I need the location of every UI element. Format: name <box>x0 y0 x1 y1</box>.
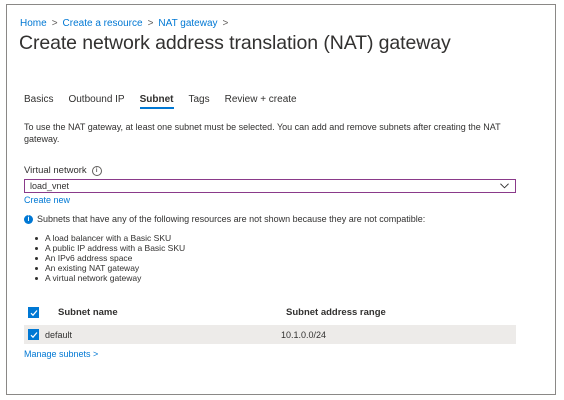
checkmark-icon <box>30 332 38 339</box>
compatibility-notice: i Subnets that have any of the following… <box>24 214 425 224</box>
row-checkbox[interactable] <box>28 329 39 340</box>
column-header-subnet-name[interactable]: Subnet name <box>58 307 118 318</box>
list-item: An existing NAT gateway <box>35 263 185 273</box>
manage-subnets-link[interactable]: Manage subnets > <box>24 349 98 359</box>
breadcrumb: Home > Create a resource > NAT gateway > <box>20 18 233 29</box>
page-title: Create network address translation (NAT)… <box>19 32 451 54</box>
tab-tags[interactable]: Tags <box>189 94 210 109</box>
subnet-range-cell: 10.1.0.0/24 <box>281 330 327 340</box>
create-new-link[interactable]: Create new <box>24 195 70 205</box>
subnet-name-cell: default <box>45 330 73 340</box>
tab-review-create[interactable]: Review + create <box>225 94 297 109</box>
info-icon[interactable]: i <box>91 165 102 176</box>
breadcrumb-create-resource[interactable]: Create a resource <box>63 18 143 29</box>
info-icon: i <box>24 214 33 224</box>
chevron-down-icon <box>500 183 509 189</box>
tab-outbound-ip[interactable]: Outbound IP <box>68 94 124 109</box>
tab-basics[interactable]: Basics <box>24 94 53 109</box>
blade-panel: Home > Create a resource > NAT gateway >… <box>6 4 556 395</box>
incompatible-resources-list: A load balancer with a Basic SKU A publi… <box>35 233 185 283</box>
breadcrumb-separator: > <box>147 18 154 29</box>
list-item: A public IP address with a Basic SKU <box>35 243 185 253</box>
column-header-address-range[interactable]: Subnet address range <box>286 307 386 318</box>
breadcrumb-separator: > <box>51 18 58 29</box>
list-item: An IPv6 address space <box>35 253 185 263</box>
checkmark-icon <box>30 310 38 317</box>
more-options-icon[interactable]: ··· <box>407 35 423 50</box>
breadcrumb-separator: > <box>222 18 229 29</box>
virtual-network-dropdown[interactable]: load_vnet <box>24 179 516 193</box>
list-item: A virtual network gateway <box>35 273 185 283</box>
select-all-checkbox[interactable] <box>28 307 39 318</box>
virtual-network-value: load_vnet <box>30 181 70 191</box>
intro-text: To use the NAT gateway, at least one sub… <box>24 122 501 144</box>
breadcrumb-home[interactable]: Home <box>20 18 47 29</box>
table-row[interactable]: default 10.1.0.0/24 <box>24 325 516 344</box>
virtual-network-label-text: Virtual network <box>24 165 87 176</box>
subnet-table-header: Subnet name Subnet address range <box>24 304 516 321</box>
tab-bar: Basics Outbound IP Subnet Tags Review + … <box>24 94 312 109</box>
notice-text: Subnets that have any of the following r… <box>37 214 426 224</box>
virtual-network-label: Virtual network i <box>24 165 102 176</box>
breadcrumb-nat-gateway[interactable]: NAT gateway <box>158 18 217 29</box>
tab-subnet[interactable]: Subnet <box>139 94 174 109</box>
list-item: A load balancer with a Basic SKU <box>35 233 185 243</box>
